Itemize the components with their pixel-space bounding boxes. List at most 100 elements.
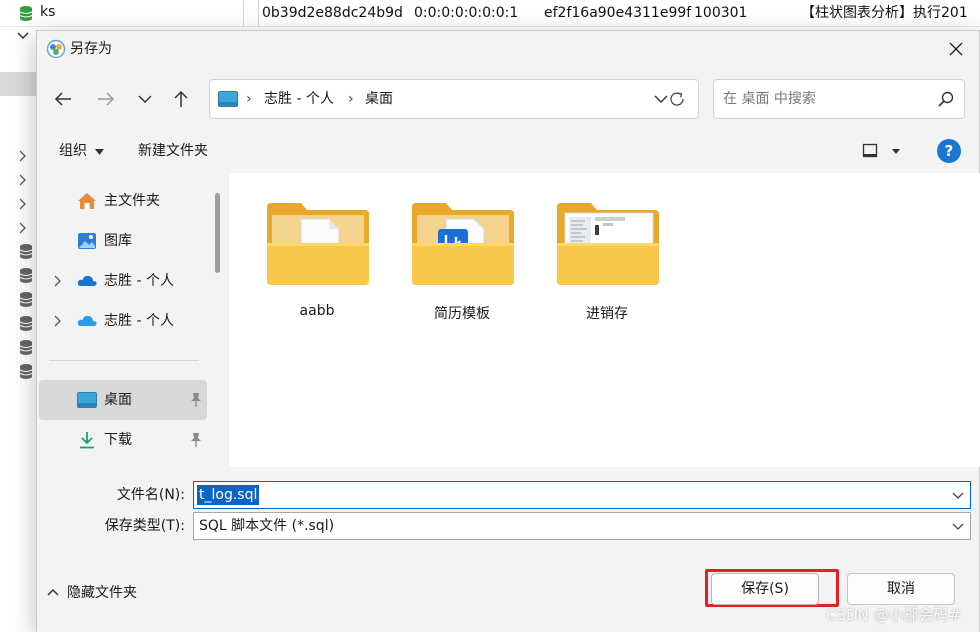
dialog-body: 主文件夹 图库 志胜 - 个人 志胜 - 个人 桌面 下载 aabb 简历模板 … bbox=[37, 173, 980, 467]
folder-doc-icon bbox=[267, 203, 369, 285]
arrow-left-icon bbox=[54, 92, 71, 106]
folder-item[interactable]: 简历模板 bbox=[400, 195, 524, 335]
hide-folders-toggle[interactable]: 隐藏文件夹 bbox=[47, 577, 137, 607]
database-icon bbox=[19, 268, 33, 283]
hide-folders-label: 隐藏文件夹 bbox=[67, 585, 137, 601]
database-icon bbox=[19, 292, 33, 307]
command-bar: 组织 新建文件夹 ? bbox=[37, 129, 979, 173]
gallery-icon bbox=[78, 233, 96, 249]
nav-item-label: 桌面 bbox=[104, 392, 132, 408]
breadcrumb-item[interactable]: 志胜 - 个人 bbox=[264, 80, 334, 118]
folder-name: 进销存 bbox=[586, 306, 628, 322]
search-icon bbox=[938, 91, 954, 107]
folder-word-icon bbox=[412, 203, 514, 285]
nav-item-gallery[interactable]: 图库 bbox=[37, 221, 209, 261]
pin-icon[interactable] bbox=[189, 432, 203, 448]
save-form: 文件名(N): t_log.sql 保存类型(T): SQL 脚本文件 (*.s… bbox=[37, 467, 979, 547]
search-placeholder: 在 桌面 中搜索 bbox=[723, 91, 816, 107]
desktop-icon bbox=[77, 392, 97, 408]
folder-item[interactable]: aabb bbox=[255, 195, 379, 335]
nav-divider bbox=[49, 360, 199, 361]
filename-input[interactable]: t_log.sql bbox=[193, 481, 971, 509]
address-bar[interactable]: › 志胜 - 个人 › 桌面 bbox=[209, 79, 699, 119]
breadcrumb-separator: › bbox=[246, 91, 252, 107]
database-icon bbox=[19, 364, 33, 379]
watermark: CSDN @小郄会码# bbox=[826, 606, 962, 624]
onedrive-icon bbox=[77, 315, 97, 326]
chevron-down-icon[interactable] bbox=[952, 521, 964, 533]
chevron-right-icon[interactable] bbox=[18, 150, 28, 162]
chevron-up-icon bbox=[47, 588, 59, 596]
nav-item-desktop[interactable]: 桌面 bbox=[39, 380, 207, 420]
database-icon bbox=[19, 316, 33, 331]
filename-label: 文件名(N): bbox=[116, 487, 185, 503]
organize-label: 组织 bbox=[59, 143, 87, 159]
navigation-bar: › 志胜 - 个人 › 桌面 在 桌面 中搜索 bbox=[37, 67, 979, 129]
tree-selection bbox=[0, 72, 36, 96]
filetype-label: 保存类型(T): bbox=[104, 518, 185, 534]
bg-cell-1: 0b39d2e88dc24b9d bbox=[262, 5, 403, 21]
recent-locations-button[interactable] bbox=[131, 85, 159, 113]
view-options-button[interactable] bbox=[861, 139, 905, 163]
caret-down-icon bbox=[95, 149, 105, 155]
cancel-button[interactable]: 取消 bbox=[847, 573, 955, 605]
nav-scrollbar[interactable] bbox=[215, 193, 220, 273]
pin-icon[interactable] bbox=[189, 392, 203, 408]
organize-menu[interactable]: 组织 bbox=[59, 129, 105, 173]
database-icon bbox=[19, 6, 33, 21]
nav-item-label: 志胜 - 个人 bbox=[104, 273, 174, 289]
nav-item-label: 下载 bbox=[104, 432, 132, 448]
nav-item-label: 图库 bbox=[104, 233, 132, 249]
download-icon bbox=[80, 432, 94, 449]
refresh-icon bbox=[670, 92, 684, 106]
navigation-pane: 主文件夹 图库 志胜 - 个人 志胜 - 个人 桌面 下载 bbox=[37, 173, 229, 467]
nav-item-label: 志胜 - 个人 bbox=[104, 313, 174, 329]
close-button[interactable] bbox=[941, 35, 971, 63]
bg-cell-2: 0:0:0:0:0:0:0:1 bbox=[414, 5, 519, 21]
background-table-row: 0b39d2e88dc24b9d 0:0:0:0:0:0:0:1 ef2f16a… bbox=[0, 0, 980, 27]
breadcrumb-separator: › bbox=[348, 91, 354, 107]
chevron-right-icon[interactable] bbox=[18, 174, 28, 186]
forward-button[interactable] bbox=[92, 85, 120, 113]
chevron-down-icon[interactable] bbox=[952, 490, 964, 502]
back-button[interactable] bbox=[49, 85, 77, 113]
breadcrumb-item[interactable]: 桌面 bbox=[365, 80, 393, 118]
chevron-right-icon[interactable] bbox=[18, 198, 28, 210]
chevron-right-icon[interactable] bbox=[18, 222, 28, 234]
tree-db-name[interactable]: ks bbox=[40, 4, 55, 20]
new-folder-button[interactable]: 新建文件夹 bbox=[138, 129, 208, 173]
filename-value: t_log.sql bbox=[197, 485, 260, 505]
close-icon bbox=[949, 42, 963, 56]
bg-divider bbox=[243, 0, 244, 27]
nav-item-onedrive[interactable]: 志胜 - 个人 bbox=[37, 261, 209, 301]
nav-item-home[interactable]: 主文件夹 bbox=[37, 181, 209, 221]
desktop-icon bbox=[218, 91, 238, 107]
up-button[interactable] bbox=[167, 85, 195, 113]
arrow-up-icon bbox=[174, 90, 188, 107]
nav-item-downloads[interactable]: 下载 bbox=[37, 420, 209, 460]
chevron-right-icon[interactable] bbox=[53, 275, 63, 287]
folder-item[interactable]: 进销存 bbox=[545, 195, 669, 335]
bg-cell-3: ef2f16a90e4311e99f bbox=[544, 5, 692, 21]
nav-item-onedrive[interactable]: 志胜 - 个人 bbox=[37, 301, 209, 341]
bg-cell-5: 【柱状图表分析】执行201 bbox=[801, 5, 968, 21]
chevron-right-icon[interactable] bbox=[53, 315, 63, 327]
chevron-down-icon[interactable] bbox=[17, 31, 29, 41]
search-input[interactable]: 在 桌面 中搜索 bbox=[713, 79, 965, 119]
save-button[interactable]: 保存(S) bbox=[711, 573, 819, 605]
home-icon bbox=[78, 193, 96, 209]
chevron-down-icon bbox=[138, 95, 152, 103]
filetype-value: SQL 脚本文件 (*.sql) bbox=[199, 518, 335, 534]
bg-cell-4: 100301 bbox=[694, 5, 748, 21]
folder-name: aabb bbox=[299, 303, 335, 319]
refresh-button[interactable] bbox=[663, 85, 691, 113]
bg-divider bbox=[258, 0, 259, 27]
database-icon bbox=[19, 340, 33, 355]
app-icon bbox=[46, 39, 66, 59]
database-icon bbox=[19, 244, 33, 259]
dialog-title: 另存为 bbox=[70, 41, 112, 57]
nav-item-label: 主文件夹 bbox=[104, 193, 160, 209]
folder-name: 简历模板 bbox=[434, 306, 490, 322]
filetype-select[interactable]: SQL 脚本文件 (*.sql) bbox=[193, 512, 971, 540]
help-button[interactable]: ? bbox=[937, 139, 961, 163]
